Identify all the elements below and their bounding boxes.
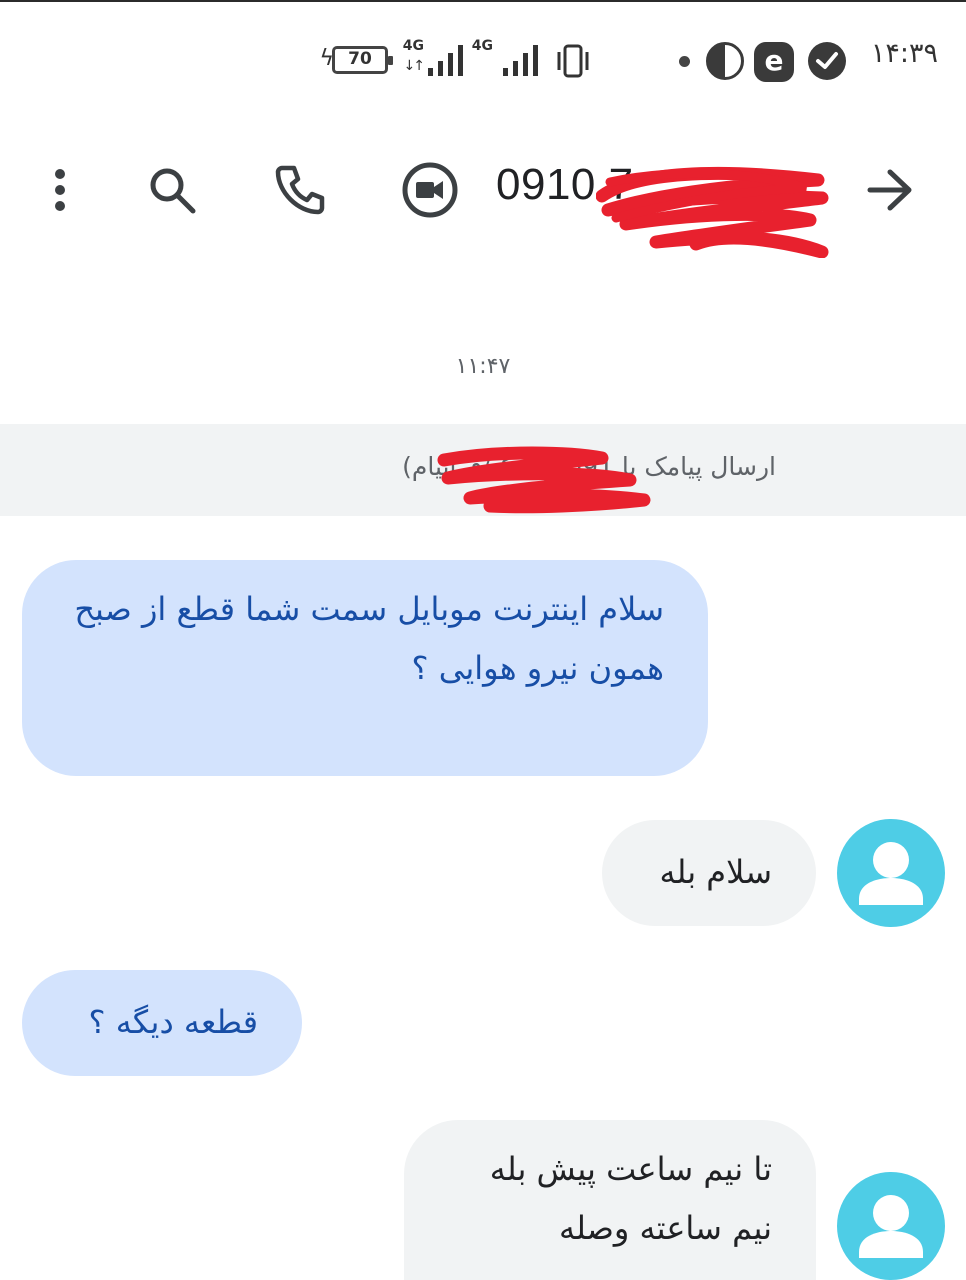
- e-app-icon: e: [754, 42, 794, 82]
- check-badge-icon: [808, 42, 846, 80]
- incoming-message-bubble[interactable]: سلام اینترنت موبایل سمت شما قطع از صبح ه…: [22, 560, 708, 776]
- contact-number[interactable]: 0910 7: [496, 160, 634, 210]
- avatar[interactable]: [837, 819, 945, 927]
- person-icon: [859, 1195, 923, 1258]
- vibrate-icon: [555, 44, 591, 82]
- phone-icon: [275, 165, 325, 215]
- signal-icon: [501, 42, 541, 82]
- video-call-button[interactable]: [400, 160, 460, 220]
- signal-icon: [426, 42, 466, 82]
- notification-dot-icon: [679, 56, 690, 67]
- more-vert-icon: [55, 169, 65, 211]
- message-timestamp: ۱۱:۴۷: [455, 354, 511, 379]
- person-icon: [859, 842, 923, 905]
- back-button[interactable]: [860, 160, 920, 220]
- avatar[interactable]: [837, 1172, 945, 1280]
- network-type-label: 4G: [471, 38, 493, 54]
- data-activity-icon: ↓↑: [403, 58, 426, 74]
- call-button[interactable]: [270, 160, 330, 220]
- top-border: [0, 0, 966, 2]
- search-button[interactable]: [142, 160, 202, 220]
- send-via-text: ارسال پیامک با 091 (پیامک/فراپیام): [402, 452, 776, 481]
- arrow-icon: [867, 169, 912, 211]
- network-type-label: 4G: [402, 38, 424, 54]
- outgoing-message-bubble[interactable]: تا نیم ساعت پیش بله نیم ساعته وصله: [404, 1120, 816, 1280]
- yin-yang-app-icon: [706, 42, 744, 80]
- app-bar: 0910 7: [0, 140, 966, 258]
- status-bar: ۱۴:۳۹ e 4G 4G ↓↑ 70 ϟ: [0, 20, 966, 100]
- video-call-icon: [402, 162, 458, 218]
- charging-icon: ϟ: [319, 46, 334, 71]
- search-icon: [150, 168, 196, 214]
- send-via-banner[interactable]: ارسال پیامک با 091 (پیامک/فراپیام): [0, 424, 966, 516]
- battery-icon: 70: [332, 46, 393, 74]
- outgoing-message-bubble[interactable]: سلام بله: [602, 820, 816, 926]
- more-options-button[interactable]: [30, 160, 90, 220]
- status-time: ۱۴:۳۹: [870, 38, 938, 69]
- incoming-message-bubble[interactable]: قطعه دیگه ؟: [22, 970, 302, 1076]
